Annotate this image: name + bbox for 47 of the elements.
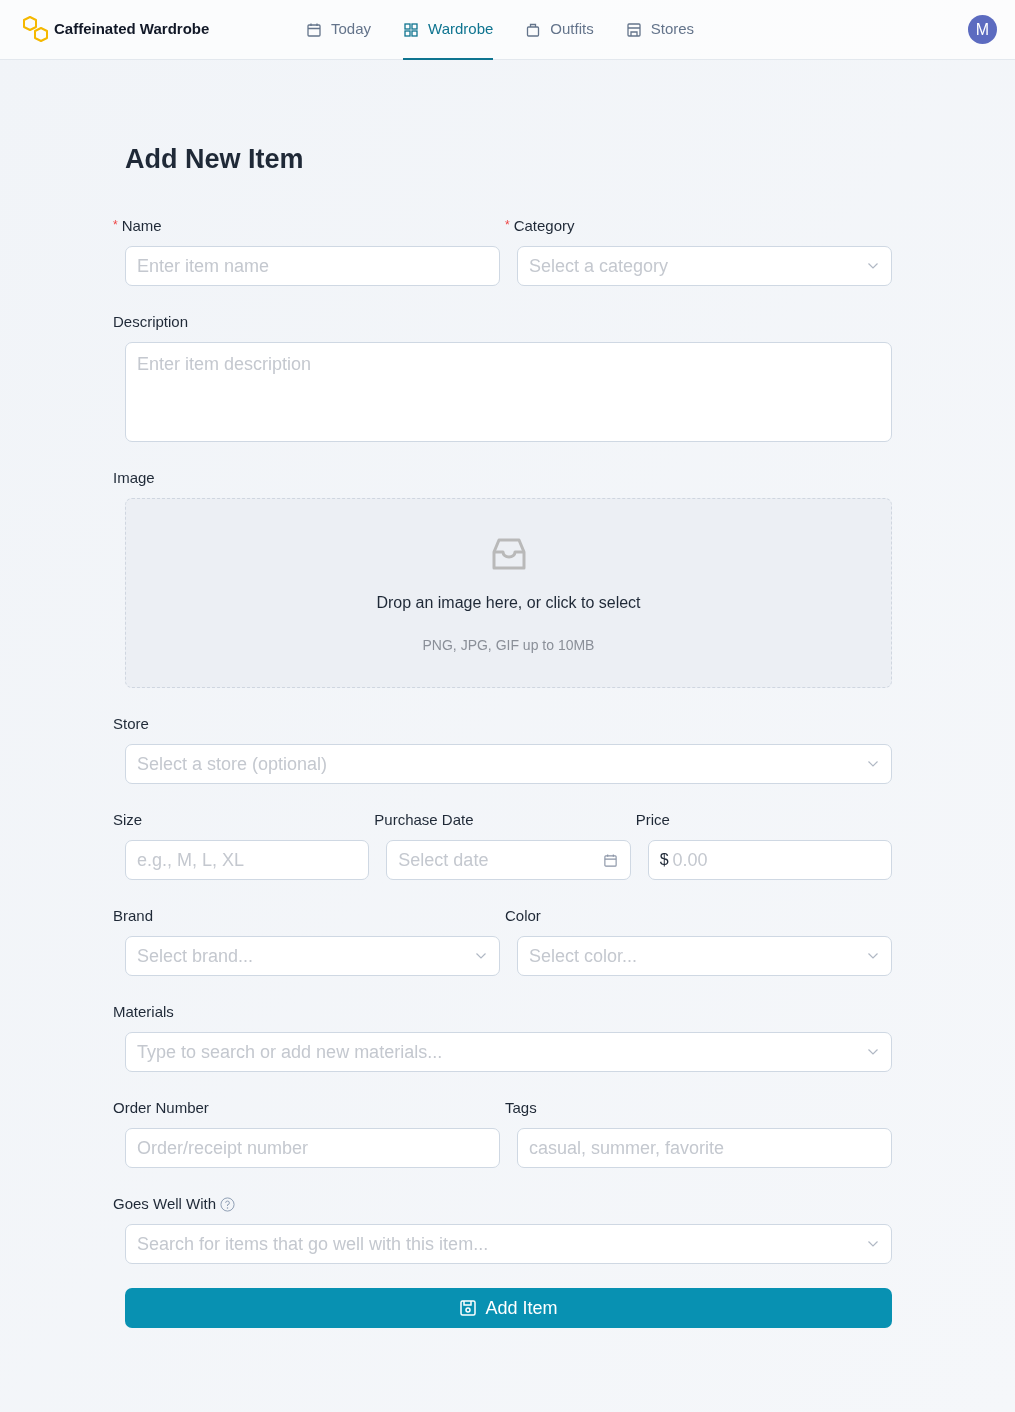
chevron-down-icon <box>867 952 879 960</box>
nav-tab[interactable]: Wardrobe <box>403 0 494 60</box>
store-icon <box>625 21 642 38</box>
user-avatar[interactable]: M <box>968 15 997 44</box>
help-icon[interactable] <box>220 1196 236 1212</box>
brand-name: Caffeinated Wardrobe <box>54 19 210 40</box>
chevron-down-icon <box>867 262 879 270</box>
grid-icon <box>403 21 420 38</box>
required-mark: * <box>113 217 118 234</box>
required-mark: * <box>505 217 510 234</box>
field-label: Purchase Date <box>374 809 474 830</box>
add-item-button[interactable]: Add Item <box>125 1288 892 1328</box>
field-label: Brand <box>113 905 154 926</box>
field-label: Color <box>505 905 541 926</box>
field-label: Goes Well With <box>113 1193 217 1214</box>
price-field[interactable]: $ 0.00 <box>647 840 892 880</box>
input-field[interactable]: casual, summer, favorite <box>517 1128 892 1168</box>
dropzone-hint: PNG, JPG, GIF up to 10MB <box>422 636 595 655</box>
field-label: Category <box>513 215 575 236</box>
field-label: Store <box>113 713 149 734</box>
nav-tab[interactable]: Stores <box>625 0 695 60</box>
dropzone-prompt: Drop an image here, or click to select <box>376 593 641 613</box>
nav-tab[interactable]: Today <box>306 0 372 60</box>
input-field[interactable]: Order/receipt number <box>125 1128 500 1168</box>
calendar-icon <box>602 852 618 868</box>
field-label: Description <box>113 311 189 332</box>
field-label: Order Number <box>113 1097 209 1118</box>
bag-icon <box>525 21 542 38</box>
field-label: Name <box>121 215 162 236</box>
nav-tab[interactable]: Outfits <box>525 0 594 60</box>
chevron-down-icon <box>867 760 879 768</box>
calendar-icon <box>306 21 322 38</box>
image-dropzone[interactable]: Drop an image here, or click to select PNG, JPG, GIF up to 10MB <box>125 498 892 688</box>
textarea-field[interactable]: Enter item description <box>125 342 892 442</box>
field-label: Materials <box>113 1001 174 1022</box>
input-field[interactable]: e.g., M, L, XL <box>125 840 370 880</box>
field-label: Price <box>635 809 670 830</box>
chevron-down-icon <box>867 1240 879 1248</box>
field-label: Size <box>113 809 143 830</box>
field-label: Image <box>113 467 155 488</box>
logo-icon <box>22 14 50 45</box>
input-field[interactable]: Enter item name <box>125 246 500 286</box>
chevron-down-icon <box>867 1048 879 1056</box>
chevron-down-icon <box>475 952 487 960</box>
field-label: Tags <box>505 1097 537 1118</box>
save-icon <box>459 1299 478 1317</box>
page-title: Add New Item <box>125 143 305 176</box>
